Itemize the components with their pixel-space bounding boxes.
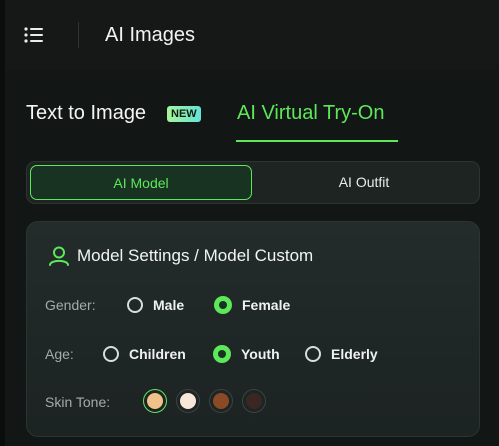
- page-title: AI Images: [105, 24, 196, 46]
- ai-outfit-button[interactable]: AI Outfit: [253, 165, 475, 200]
- gender-label: Gender:: [45, 297, 96, 313]
- tab-ai-virtual-try-on[interactable]: AI Virtual Try-On: [237, 100, 384, 126]
- gender-option-male[interactable]: Male: [127, 294, 184, 316]
- gender-option-label: Male: [153, 297, 185, 313]
- model-outfit-segmented-control: AI Model AI Outfit: [26, 161, 480, 204]
- swatch-fill: [180, 393, 196, 409]
- model-settings-card: Model Settings / Model Custom Gender: Ma…: [26, 221, 480, 437]
- gender-option-female[interactable]: Female: [214, 294, 290, 316]
- top-bar: [5, 0, 499, 70]
- ai-model-button[interactable]: AI Model: [30, 165, 252, 200]
- user-outline-icon: [48, 245, 70, 267]
- tab-text-to-image[interactable]: Text to Image: [26, 100, 146, 126]
- radio-unchecked-icon: [103, 346, 119, 362]
- age-option-elderly[interactable]: Elderly: [305, 343, 378, 365]
- skin-tone-swatch-dark[interactable]: [242, 389, 266, 413]
- swatch-fill: [213, 393, 229, 409]
- gender-option-label: Female: [242, 297, 291, 313]
- menu-list-icon[interactable]: [23, 24, 45, 46]
- header-divider: [78, 22, 79, 48]
- age-option-children[interactable]: Children: [103, 343, 186, 365]
- radio-unchecked-icon: [127, 297, 143, 313]
- skin-tone-label: Skin Tone:: [45, 394, 111, 410]
- age-option-label: Children: [129, 346, 186, 362]
- radio-checked-icon: [214, 296, 232, 314]
- skin-tone-swatch-brown[interactable]: [209, 389, 233, 413]
- radio-unchecked-icon: [305, 346, 321, 362]
- skin-tone-swatch-fair[interactable]: [176, 389, 200, 413]
- age-option-youth[interactable]: Youth: [213, 343, 280, 365]
- age-label: Age:: [45, 346, 74, 362]
- skin-tone-swatch-light-tan[interactable]: [143, 389, 167, 413]
- age-option-label: Youth: [241, 346, 280, 362]
- age-option-label: Elderly: [331, 346, 378, 362]
- radio-checked-icon: [213, 345, 231, 363]
- swatch-fill: [246, 393, 262, 409]
- active-tab-underline: [236, 140, 398, 142]
- swatch-fill: [147, 393, 163, 409]
- new-badge: NEW: [167, 106, 201, 122]
- settings-title: Model Settings / Model Custom: [77, 246, 314, 265]
